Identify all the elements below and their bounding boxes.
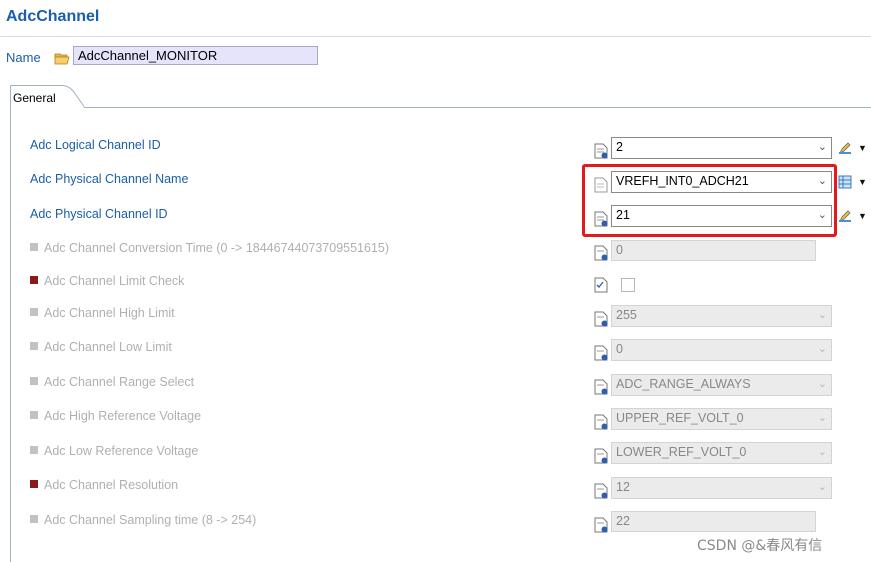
folder-icon — [54, 53, 70, 65]
status-square-icon — [30, 308, 38, 316]
dropdown-triangle-icon[interactable]: ▼ — [858, 211, 867, 221]
panel-left-border — [10, 107, 11, 562]
chevron-down-icon: ⌄ — [817, 343, 827, 355]
title-divider — [0, 36, 871, 37]
chevron-down-icon: ⌄ — [817, 378, 827, 390]
sampling-time-input[interactable]: 22 — [611, 511, 816, 532]
label-resolution: Adc Channel Resolution — [44, 478, 179, 492]
resolution-value: 12 — [616, 480, 630, 494]
chevron-down-icon: ⌄ — [817, 309, 827, 321]
label-range-select: Adc Channel Range Select — [44, 375, 195, 389]
label-physical-channel-name: Adc Physical Channel Name — [30, 172, 189, 186]
label-logical-channel-id: Adc Logical Channel ID — [30, 138, 161, 152]
tab-strip-line — [85, 107, 871, 108]
label-high-limit: Adc Channel High Limit — [44, 306, 175, 320]
config-doc-icon — [594, 143, 608, 159]
low-limit-combo[interactable]: 0 ⌄ — [611, 339, 832, 361]
status-square-icon — [30, 342, 38, 350]
chevron-down-icon: ⌄ — [817, 412, 827, 424]
limit-check-checkbox[interactable] — [621, 278, 635, 292]
status-square-icon — [30, 276, 38, 284]
dropdown-triangle-icon[interactable]: ▼ — [858, 143, 867, 153]
high-ref-voltage-combo[interactable]: UPPER_REF_VOLT_0 ⌄ — [611, 408, 832, 430]
config-doc-icon — [594, 379, 608, 395]
status-square-icon — [30, 480, 38, 488]
label-low-limit: Adc Channel Low Limit — [44, 340, 172, 354]
page-title: AdcChannel — [6, 8, 100, 25]
label-sampling-time: Adc Channel Sampling time (8 -> 254) — [44, 513, 257, 527]
chevron-down-icon: ⌄ — [817, 446, 827, 458]
label-high-ref-voltage: Adc High Reference Voltage — [44, 409, 202, 423]
status-square-icon — [30, 515, 38, 523]
label-conversion-time: Adc Channel Conversion Time (0 -> 184467… — [44, 241, 390, 255]
config-doc-icon — [594, 483, 608, 499]
config-doc-icon — [594, 345, 608, 361]
highlight-box — [582, 164, 837, 237]
status-square-icon — [30, 446, 38, 454]
dropdown-triangle-icon[interactable]: ▼ — [858, 177, 867, 187]
edit-pencil-icon[interactable] — [838, 141, 852, 155]
conversion-time-input[interactable]: 0 — [611, 240, 816, 261]
watermark: CSDN @&春风有信 — [697, 538, 823, 554]
status-square-icon — [30, 411, 38, 419]
config-doc-icon — [594, 245, 608, 261]
tab-general[interactable]: General — [13, 91, 56, 105]
low-ref-voltage-combo[interactable]: LOWER_REF_VOLT_0 ⌄ — [611, 442, 832, 464]
chevron-down-icon: ⌄ — [817, 141, 827, 153]
resolution-combo[interactable]: 12 ⌄ — [611, 477, 832, 499]
config-doc-icon — [594, 311, 608, 327]
low-limit-value: 0 — [616, 342, 623, 356]
high-limit-combo[interactable]: 255 ⌄ — [611, 305, 832, 327]
config-doc-icon — [594, 448, 608, 464]
label-low-ref-voltage: Adc Low Reference Voltage — [44, 444, 199, 458]
low-ref-voltage-value: LOWER_REF_VOLT_0 — [616, 445, 747, 459]
status-square-icon — [30, 377, 38, 385]
table-select-icon[interactable] — [838, 175, 852, 189]
label-physical-channel-id: Adc Physical Channel ID — [30, 207, 168, 221]
range-select-combo[interactable]: ADC_RANGE_ALWAYS ⌄ — [611, 374, 832, 396]
checkbox-doc-icon — [594, 277, 608, 293]
logical-channel-id-combo[interactable]: 2 ⌄ — [611, 137, 832, 159]
edit-pencil-icon[interactable] — [838, 209, 852, 223]
range-select-value: ADC_RANGE_ALWAYS — [616, 377, 751, 391]
chevron-down-icon: ⌄ — [817, 481, 827, 493]
name-field[interactable]: AdcChannel_MONITOR — [73, 46, 318, 65]
label-limit-check: Adc Channel Limit Check — [44, 274, 185, 288]
config-doc-icon — [594, 517, 608, 533]
status-square-icon — [30, 243, 38, 251]
logical-channel-id-value: 2 — [616, 140, 623, 154]
high-ref-voltage-value: UPPER_REF_VOLT_0 — [616, 411, 744, 425]
config-doc-icon — [594, 414, 608, 430]
name-label: Name — [6, 50, 41, 65]
high-limit-value: 255 — [616, 308, 637, 322]
